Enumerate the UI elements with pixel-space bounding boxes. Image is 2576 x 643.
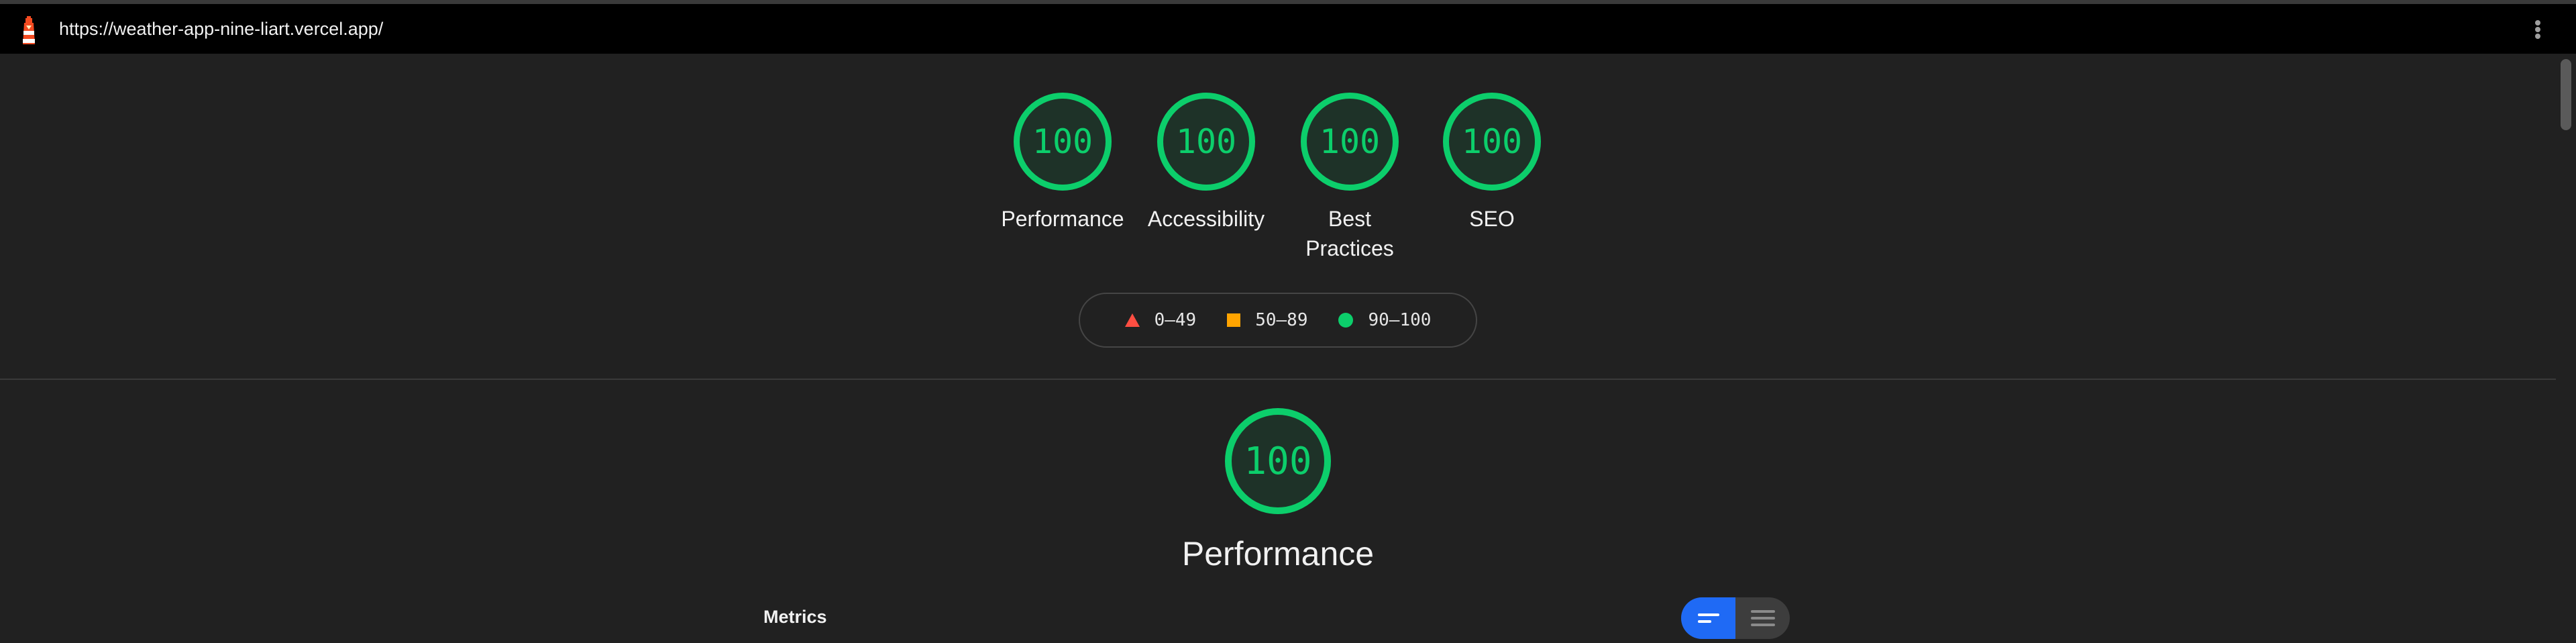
- compact-view-icon: [1697, 613, 1719, 623]
- scrollbar-thumb[interactable]: [2561, 59, 2571, 130]
- average-square-icon: [1227, 313, 1241, 327]
- url-bar: https://weather-app-nine-liart.vercel.ap…: [0, 4, 2576, 54]
- legend-average: 50–89: [1227, 310, 1307, 330]
- pass-circle-icon: [1338, 313, 1354, 328]
- score-gauges: 100 Performance 100 Accessibility 100 Be…: [0, 93, 2556, 267]
- score-ring: 100: [1443, 93, 1541, 191]
- kebab-menu-icon[interactable]: [2528, 17, 2548, 42]
- gauge-label: Best Practices: [1305, 207, 1394, 260]
- gauge-label: Accessibility: [1147, 207, 1265, 231]
- score-scale-legend: 0–49 50–89 90–100: [1079, 293, 1477, 348]
- scrollbar-track[interactable]: [2556, 54, 2576, 643]
- score-value: 100: [1175, 122, 1237, 161]
- compact-view-button[interactable]: [1681, 597, 1735, 639]
- legend-pass: 90–100: [1338, 310, 1431, 330]
- legend-fail: 0–49: [1124, 310, 1197, 330]
- gauge-seo[interactable]: 100 SEO: [1411, 93, 1572, 234]
- score-ring: 100: [1014, 93, 1112, 191]
- expanded-view-icon: [1750, 610, 1775, 626]
- lighthouse-icon: [23, 16, 35, 44]
- score-value: 100: [1461, 122, 1523, 161]
- performance-score-value: 100: [1244, 439, 1312, 483]
- metrics-heading: Metrics: [763, 607, 827, 627]
- legend-fail-range: 0–49: [1154, 310, 1197, 330]
- score-value: 100: [1319, 122, 1381, 161]
- metrics-view-toggle[interactable]: [1681, 597, 1790, 639]
- expanded-view-button[interactable]: [1735, 597, 1790, 639]
- gauge-performance[interactable]: 100 Performance: [982, 93, 1143, 234]
- gauge-label: SEO: [1469, 207, 1515, 231]
- section-divider: [0, 379, 2556, 380]
- performance-score-gauge: 100: [1225, 408, 1331, 514]
- score-ring: 100: [1301, 93, 1399, 191]
- legend-average-range: 50–89: [1255, 310, 1308, 330]
- fail-triangle-icon: [1124, 313, 1140, 327]
- gauge-accessibility[interactable]: 100 Accessibility: [1126, 93, 1287, 234]
- score-ring: 100: [1157, 93, 1255, 191]
- performance-section-title: Performance: [1181, 535, 1375, 573]
- gauge-best-practices[interactable]: 100 Best Practices: [1269, 93, 1430, 263]
- gauge-label: Performance: [1001, 207, 1124, 231]
- page-url: https://weather-app-nine-liart.vercel.ap…: [59, 19, 384, 39]
- legend-pass-range: 90–100: [1368, 310, 1432, 330]
- score-value: 100: [1032, 122, 1093, 161]
